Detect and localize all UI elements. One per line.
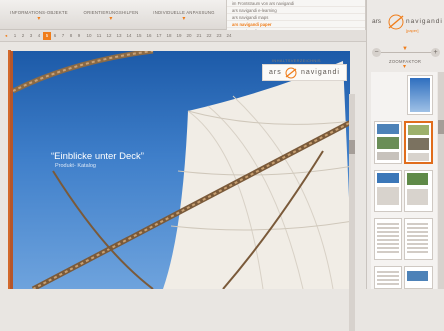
scrollbar-thumb[interactable] bbox=[438, 120, 444, 134]
page-number[interactable]: 17 bbox=[155, 32, 163, 40]
page-number[interactable]: 18 bbox=[165, 32, 173, 40]
page-number[interactable]: 20 bbox=[185, 32, 193, 40]
menu-item[interactable]: im Frontstraum von ars navigandi bbox=[227, 0, 365, 7]
menu-item-active[interactable]: ars navigandi paper bbox=[227, 21, 365, 28]
right-sidebar: ars navigandi [paper] ▼ − + ZOOMFAKTOR ▾ bbox=[366, 0, 444, 289]
thumbnail-page-2[interactable] bbox=[374, 121, 402, 164]
page-number[interactable]: 7 bbox=[59, 32, 67, 40]
page-number[interactable]: 10 bbox=[85, 32, 93, 40]
zoom-out-button[interactable]: − bbox=[372, 48, 381, 57]
zoom-slider-handle[interactable]: ▼ bbox=[402, 46, 408, 52]
orientation-aids-label: ORIENTIERUNGSHILFEN bbox=[83, 10, 139, 15]
info-objects-button[interactable]: INFORMATIONS-OBJEKTE ▾ bbox=[8, 9, 70, 24]
thumbnail-page-7[interactable] bbox=[404, 218, 433, 260]
custom-settings-label: INDIVIDUELLE ANPASSUNG bbox=[153, 10, 215, 15]
compass-logo-icon bbox=[388, 14, 404, 30]
page-number[interactable]: 19 bbox=[175, 32, 183, 40]
compass-logo-icon bbox=[285, 67, 297, 79]
logo-word: ars bbox=[372, 18, 382, 25]
page-number[interactable]: 14 bbox=[125, 32, 133, 40]
chevron-down-icon: ▾ bbox=[109, 16, 113, 22]
page-number[interactable]: 4 bbox=[35, 32, 43, 40]
page-number[interactable]: 1 bbox=[11, 32, 19, 40]
page-number[interactable]: 6 bbox=[51, 32, 59, 40]
info-objects-label: INFORMATIONS-OBJEKTE bbox=[10, 10, 68, 15]
thumbnail-page-6[interactable] bbox=[374, 218, 402, 260]
scrollbar-thumb[interactable] bbox=[349, 140, 355, 154]
thumbnail-page-current[interactable] bbox=[404, 121, 433, 164]
page-number[interactable]: 11 bbox=[95, 32, 103, 40]
catalog-cover-page: “Einblicke unter Deck” Produkt- Katalog bbox=[10, 51, 350, 289]
thumbnail-page-9[interactable] bbox=[404, 266, 433, 289]
menu-item[interactable]: ars navigandi maps bbox=[227, 14, 365, 21]
page-number[interactable]: 21 bbox=[195, 32, 203, 40]
toc-logo[interactable]: ars navigandi bbox=[262, 64, 347, 81]
thumbnail-page-1[interactable] bbox=[407, 75, 433, 115]
toc-label[interactable]: INHALTSVERZEICHNIS bbox=[272, 58, 321, 63]
prev-page-icon[interactable]: ◂ bbox=[2, 32, 10, 40]
page-number[interactable]: 3 bbox=[27, 32, 35, 40]
main-scrollbar[interactable] bbox=[349, 94, 355, 331]
page-number[interactable]: 16 bbox=[145, 32, 153, 40]
zoom-slider-track[interactable] bbox=[381, 52, 431, 53]
sail-photo bbox=[13, 51, 350, 289]
chevron-down-icon: ▾ bbox=[182, 16, 186, 22]
page-subtitle: Produkt- Katalog bbox=[55, 163, 96, 169]
page-title: “Einblicke unter Deck” bbox=[51, 151, 144, 162]
page-number[interactable]: 15 bbox=[135, 32, 143, 40]
zoom-control: ▼ − + ZOOMFAKTOR ▾ bbox=[371, 44, 441, 72]
logo-word: ars bbox=[269, 69, 282, 76]
logo-word: navigandi bbox=[406, 18, 443, 25]
page-number[interactable]: 2 bbox=[19, 32, 27, 40]
thumbnail-page-4[interactable] bbox=[374, 170, 402, 212]
zoom-in-button[interactable]: + bbox=[431, 48, 440, 57]
thumbnail-scrollbar[interactable] bbox=[438, 72, 444, 289]
page-thumbnails bbox=[371, 72, 437, 289]
page-navigation: ◂ 1 2 3 4 5 6 7 8 9 10 11 12 13 14 15 16… bbox=[0, 30, 366, 42]
page-number[interactable]: 13 bbox=[115, 32, 123, 40]
thumbnail-page-5[interactable] bbox=[404, 170, 433, 212]
menu-item[interactable]: ars navigandi e-learning bbox=[227, 7, 365, 14]
custom-settings-button[interactable]: INDIVIDUELLE ANPASSUNG ▾ bbox=[150, 9, 218, 24]
logo-word: navigandi bbox=[301, 69, 340, 76]
page-number[interactable]: 24 bbox=[225, 32, 233, 40]
page-number[interactable]: 8 bbox=[67, 32, 75, 40]
brand-logo: ars navigandi [paper] bbox=[372, 12, 444, 34]
page-number[interactable]: 23 bbox=[215, 32, 223, 40]
orientation-aids-button[interactable]: ORIENTIERUNGSHILFEN ▾ bbox=[80, 9, 142, 24]
page-number[interactable]: 12 bbox=[105, 32, 113, 40]
chevron-down-icon: ▾ bbox=[403, 64, 407, 70]
chevron-down-icon: ▾ bbox=[37, 16, 41, 22]
current-page-number[interactable]: 5 bbox=[43, 32, 51, 40]
page-number[interactable]: 9 bbox=[75, 32, 83, 40]
page-number[interactable]: 22 bbox=[205, 32, 213, 40]
logo-subtitle: [paper] bbox=[406, 28, 419, 33]
thumbnail-page-8[interactable] bbox=[374, 266, 402, 289]
